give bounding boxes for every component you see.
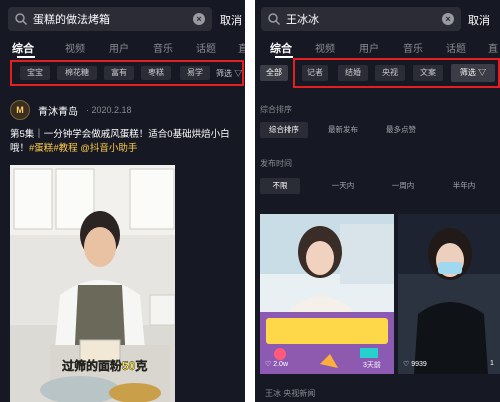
panel-divider bbox=[245, 0, 255, 402]
post-date: · 2020.2.18 bbox=[86, 105, 132, 115]
mention-link[interactable]: @抖音小助手 bbox=[80, 143, 137, 154]
search-tabs: 综合 视频 用户 音乐 话题 直 bbox=[0, 40, 245, 60]
filter-chip[interactable]: 易学 bbox=[180, 66, 210, 80]
clear-icon[interactable]: × bbox=[442, 13, 454, 25]
tab-video[interactable]: 视频 bbox=[315, 40, 335, 55]
sort-option[interactable]: 综合排序 bbox=[260, 122, 308, 138]
right-screen: 王冰冰 × 取消 综合 视频 用户 音乐 话题 直 全部 记者 结婚 央视 文案… bbox=[255, 0, 500, 402]
avatar[interactable]: M bbox=[10, 100, 30, 120]
tab-music[interactable]: 音乐 bbox=[403, 40, 423, 55]
tab-users[interactable]: 用户 bbox=[109, 40, 129, 55]
time-option[interactable]: 一天内 bbox=[323, 178, 363, 194]
search-tabs: 综合 视频 用户 音乐 话题 直 bbox=[255, 40, 500, 60]
like-count: ♡ 2.0w bbox=[265, 361, 289, 368]
filter-button[interactable]: 筛选 ▽ bbox=[216, 68, 242, 79]
tab-topics[interactable]: 话题 bbox=[196, 40, 216, 55]
filter-chip[interactable]: 文案 bbox=[413, 65, 443, 81]
time-option[interactable]: 不限 bbox=[260, 178, 300, 194]
cancel-button[interactable]: 取消 bbox=[220, 12, 242, 28]
filter-chip[interactable]: 棉花糖 bbox=[57, 66, 97, 80]
filter-chip[interactable]: 枣糕 bbox=[141, 66, 171, 80]
video-thumbnail[interactable] bbox=[398, 214, 500, 374]
post-age: 1 bbox=[490, 360, 494, 367]
post-age: 3天前 bbox=[363, 362, 381, 369]
author-name[interactable]: 青沐青岛 bbox=[38, 103, 78, 118]
filter-chip[interactable]: 结婚 bbox=[338, 65, 368, 81]
video-thumbnail[interactable] bbox=[260, 214, 394, 374]
search-icon bbox=[15, 13, 28, 26]
hashtag-link[interactable]: #蛋糕 bbox=[29, 143, 53, 154]
news-anchor-image bbox=[260, 214, 394, 374]
sort-option[interactable]: 最新发布 bbox=[319, 122, 367, 138]
time-option[interactable]: 半年内 bbox=[444, 178, 484, 194]
filter-chip[interactable]: 央视 bbox=[375, 65, 405, 81]
time-option[interactable]: 一周内 bbox=[383, 178, 423, 194]
tab-users[interactable]: 用户 bbox=[359, 40, 379, 55]
clear-icon[interactable]: × bbox=[193, 13, 205, 25]
search-input[interactable]: 蛋糕的做法烤箱 bbox=[33, 11, 110, 27]
sort-option[interactable]: 最多点赞 bbox=[377, 122, 425, 138]
post-caption: 第5集｜一分钟学会做戚风蛋糕！适合0基础烘焙小白哦！#蛋糕#教程 @抖音小助手 bbox=[10, 128, 238, 156]
active-tab-indicator bbox=[275, 56, 293, 58]
tab-live[interactable]: 直 bbox=[488, 40, 498, 55]
active-tab-indicator bbox=[17, 56, 35, 58]
sort-section-label: 综合排序 bbox=[260, 105, 292, 114]
filter-button[interactable]: 筛选 ▽ bbox=[451, 64, 495, 82]
avatar-letter: M bbox=[16, 105, 24, 115]
search-input[interactable]: 王冰冰 bbox=[286, 11, 319, 27]
hashtag-link[interactable]: #教程 bbox=[53, 143, 77, 154]
tab-topics[interactable]: 话题 bbox=[446, 40, 466, 55]
filter-chip-all[interactable]: 全部 bbox=[260, 65, 288, 81]
filter-chip[interactable]: 富有 bbox=[104, 66, 134, 80]
search-icon bbox=[268, 13, 281, 26]
masked-reporter-image bbox=[398, 214, 500, 374]
tab-music[interactable]: 音乐 bbox=[153, 40, 173, 55]
like-count: ♡ 9939 bbox=[403, 361, 427, 368]
video-subtitle: 过筛的面粉50克 bbox=[62, 359, 148, 373]
filter-chip[interactable]: 宝宝 bbox=[20, 66, 50, 80]
cancel-button[interactable]: 取消 bbox=[468, 12, 490, 28]
search-bar[interactable]: 王冰冰 × bbox=[261, 7, 461, 31]
left-screen: 蛋糕的做法烤箱 × 取消 综合 视频 用户 音乐 话题 直 宝宝 棉花糖 富有 … bbox=[0, 0, 245, 402]
filter-chip[interactable]: 记者 bbox=[302, 65, 328, 81]
search-bar[interactable]: 蛋糕的做法烤箱 × bbox=[8, 7, 212, 31]
post-author-row: M 青沐青岛 · 2020.2.18 bbox=[10, 100, 132, 120]
tab-live[interactable]: 直 bbox=[238, 40, 245, 55]
bottom-partial-text: 王冰 央视新闻 bbox=[265, 389, 316, 398]
tab-general[interactable]: 综合 bbox=[12, 40, 34, 56]
time-section-label: 发布时间 bbox=[260, 159, 292, 168]
tab-video[interactable]: 视频 bbox=[65, 40, 85, 55]
tab-general[interactable]: 综合 bbox=[270, 40, 292, 56]
